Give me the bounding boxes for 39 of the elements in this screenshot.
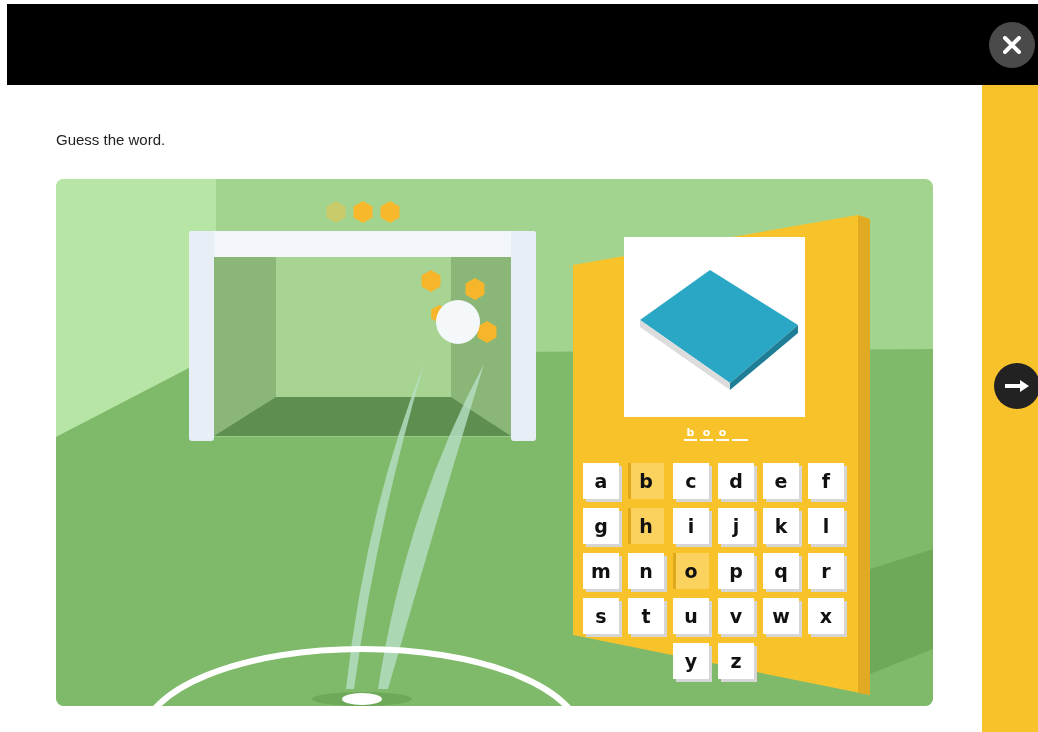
letter-key[interactable]: n	[628, 553, 664, 589]
letter-slot: o	[700, 427, 713, 441]
letter-key[interactable]: o	[673, 553, 709, 589]
close-button[interactable]	[989, 21, 1035, 68]
letter-key[interactable]: j	[718, 508, 754, 544]
letter-key[interactable]: a	[583, 463, 619, 499]
ball-icon	[436, 300, 480, 344]
right-arrow-icon	[1004, 378, 1030, 393]
letter-slot: b	[684, 427, 697, 441]
hexagon-icon	[421, 270, 441, 292]
close-icon	[1003, 35, 1021, 54]
hexagon-icon	[477, 321, 497, 343]
next-button[interactable]	[994, 362, 1038, 409]
letter-key[interactable]: m	[583, 553, 619, 589]
letter-key[interactable]: f	[808, 463, 844, 499]
letter-key[interactable]: l	[808, 508, 844, 544]
letter-key[interactable]: w	[763, 598, 799, 634]
letter-key[interactable]: z	[718, 643, 754, 679]
kickoff-spot-icon	[312, 692, 412, 706]
letter-key[interactable]: t	[628, 598, 664, 634]
hexagon-icon	[465, 278, 485, 300]
letter-key[interactable]: g	[583, 508, 619, 544]
letter-key[interactable]: h	[628, 508, 664, 544]
letter-key[interactable]: u	[673, 598, 709, 634]
letter-key[interactable]: q	[763, 553, 799, 589]
letter-key[interactable]: r	[808, 553, 844, 589]
letter-key[interactable]: s	[583, 598, 619, 634]
letter-key[interactable]: v	[718, 598, 754, 634]
letter-slot: o	[716, 427, 729, 441]
letter-key[interactable]: p	[718, 553, 754, 589]
letter-key[interactable]: e	[763, 463, 799, 499]
letter-key[interactable]: b	[628, 463, 664, 499]
letter-key[interactable]: y	[673, 643, 709, 679]
letter-key[interactable]: k	[763, 508, 799, 544]
letter-key[interactable]: x	[808, 598, 844, 634]
instruction-text: Guess the word.	[56, 131, 167, 148]
letter-key[interactable]: i	[673, 508, 709, 544]
letter-key[interactable]: d	[718, 463, 754, 499]
letter-key[interactable]: c	[673, 463, 709, 499]
